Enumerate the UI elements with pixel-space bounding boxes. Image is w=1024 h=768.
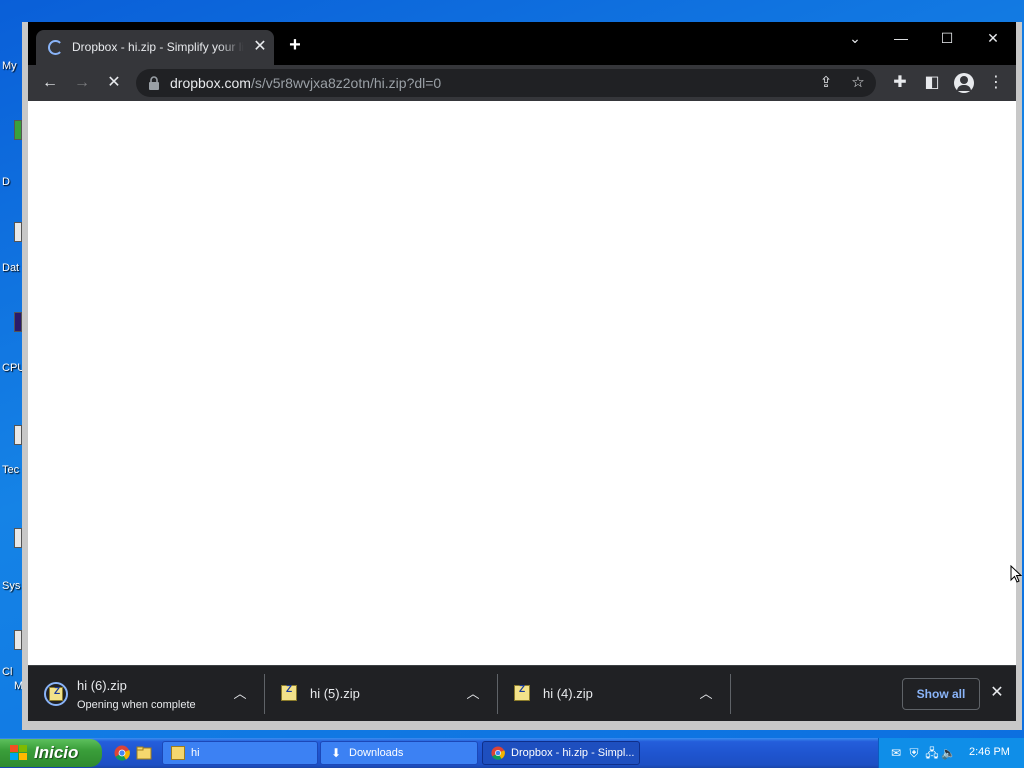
tab-strip: Dropbox - hi.zip - Simplify your life ✕ … [28,22,1016,65]
mail-check-icon[interactable]: ✉ [889,746,903,760]
browser-window: Dropbox - hi.zip - Simplify your life ✕ … [22,22,1022,730]
tab-title: Dropbox - hi.zip - Simplify your life [72,40,244,54]
share-icon[interactable]: ⇪ [816,73,836,93]
taskbar: Inicio hi ⬇ Downloads Dropbox - hi.zip -… [0,738,1024,768]
task-label: Dropbox - hi.zip - Simpl... [511,747,635,759]
task-button-hi[interactable]: hi [162,741,318,765]
system-tray: ✉ ⛨ 🖧 🔈 2:46 PM [878,738,1024,768]
chrome-icon [491,746,505,760]
tab-close-icon[interactable]: ✕ [252,39,268,55]
loading-spinner-icon [48,40,63,55]
menu-icon[interactable]: ⋮ [986,73,1006,93]
minimize-button[interactable]: — [886,28,916,48]
desktop-shortcut-icon[interactable] [14,120,22,140]
close-downloads-icon[interactable]: ✕ [988,684,1006,702]
bookmark-star-icon[interactable]: ☆ [848,73,868,93]
clock[interactable]: 2:46 PM [969,746,1010,758]
new-tab-button[interactable]: + [286,35,304,55]
download-progress-ring [44,682,68,706]
start-button[interactable]: Inicio [0,739,102,767]
forward-icon[interactable]: → [72,73,92,93]
volume-icon[interactable]: 🔈 [941,746,956,760]
desktop-shortcut-icon[interactable] [14,528,22,548]
maximize-button[interactable]: ☐ [932,28,962,48]
tab-search-chevron-down-icon[interactable]: ⌄ [840,28,870,48]
start-label: Inicio [34,743,79,762]
mouse-cursor-icon [1010,565,1022,583]
download-filename: hi (5).zip [310,686,360,701]
desktop-label[interactable]: Dat [2,262,19,274]
desktop-shortcut-icon[interactable] [14,425,22,445]
page-content [28,101,1016,665]
browser-toolbar: ← → ✕ dropbox.com/s/v5r8wvjxa8z2otn/hi.z… [28,65,1016,101]
desktop-shortcut-icon[interactable] [14,312,22,332]
tab-dropbox[interactable]: Dropbox - hi.zip - Simplify your life ✕ [36,30,274,65]
desktop-label[interactable]: Sys [2,580,20,592]
downloads-bar: hi (6).zip Opening when complete ︿ hi (5… [28,665,1016,721]
chevron-up-icon[interactable]: ︿ [698,686,714,702]
desktop-icons-strip: My D Dat CPU Tec Sys Cl M [0,0,25,740]
download-item[interactable]: hi (6).zip Opening when complete ︿ [28,666,264,722]
show-all-button[interactable]: Show all [902,678,980,710]
url-host: dropbox.com [170,75,251,91]
stop-loading-icon[interactable]: ✕ [104,73,124,93]
zip-file-icon [281,684,297,701]
chevron-up-icon[interactable]: ︿ [232,686,248,702]
network-icon[interactable]: 🖧 [925,746,939,760]
url-path: /s/v5r8wvjxa8z2otn/hi.zip?dl=0 [250,75,442,91]
download-filename: hi (6).zip [77,678,127,693]
chevron-up-icon[interactable]: ︿ [465,686,481,702]
desktop-shortcut-icon[interactable] [14,222,22,242]
desktop-label[interactable]: Tec [2,464,19,476]
zip-file-icon [514,684,530,701]
address-bar[interactable]: dropbox.com/s/v5r8wvjxa8z2otn/hi.zip?dl=… [136,69,876,97]
divider [730,674,731,714]
explorer-quicklaunch-icon[interactable] [136,745,152,761]
chrome-quicklaunch-icon[interactable] [114,745,130,761]
download-status: Opening when complete [77,699,196,711]
back-icon[interactable]: ← [40,73,60,93]
desktop-label[interactable]: My [2,60,17,72]
zip-file-icon [49,686,63,701]
side-panel-icon[interactable]: ◧ [922,73,942,93]
download-item[interactable]: hi (5).zip ︿ [265,666,497,722]
desktop-shortcut-icon[interactable] [14,630,22,650]
close-window-button[interactable]: ✕ [978,28,1008,48]
folder-icon [171,746,185,760]
extensions-icon[interactable]: ✚ [890,73,910,93]
task-label: hi [191,747,200,759]
download-filename: hi (4).zip [543,686,593,701]
task-button-dropbox[interactable]: Dropbox - hi.zip - Simpl... [482,741,640,765]
desktop-label[interactable]: Cl [2,666,12,678]
lock-icon[interactable] [148,76,160,90]
profile-icon[interactable] [954,73,974,93]
security-shield-icon[interactable]: ⛨ [907,746,921,760]
windows-flag-icon [10,745,28,761]
download-arrow-icon: ⬇ [330,746,342,760]
url-text[interactable]: dropbox.com/s/v5r8wvjxa8z2otn/hi.zip?dl=… [170,75,441,91]
task-button-downloads[interactable]: ⬇ Downloads [320,741,478,765]
task-label: Downloads [349,747,404,759]
desktop-label[interactable]: D [2,176,10,188]
download-item[interactable]: hi (4).zip ︿ [498,666,730,722]
